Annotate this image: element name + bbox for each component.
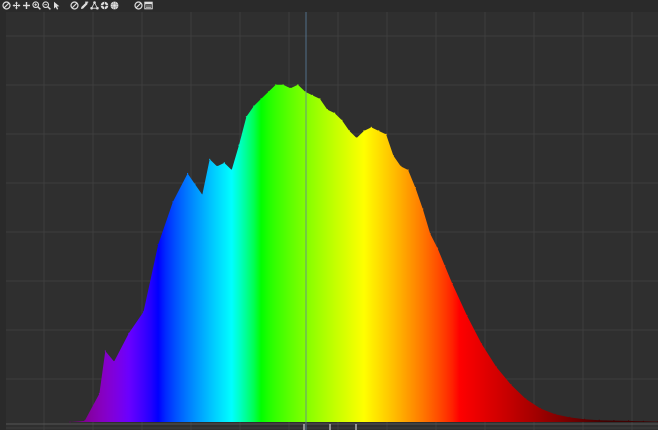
spectrum-point <box>642 420 644 422</box>
spectrum-chart <box>6 12 658 430</box>
spectrum-point <box>628 420 630 422</box>
spectrum-point <box>289 87 292 89</box>
sphere-button[interactable] <box>110 1 119 10</box>
spectrum-point <box>297 84 299 86</box>
reset-view-button[interactable] <box>2 1 11 10</box>
spectrum-point <box>613 420 615 422</box>
clear-icon <box>70 1 79 10</box>
spectrum-point <box>444 265 446 267</box>
spectrum-point <box>128 332 130 334</box>
spectrum-point <box>245 116 247 118</box>
spectrum-point <box>385 133 387 135</box>
spectrum-point <box>216 165 218 167</box>
select-cursor-icon <box>54 1 60 10</box>
disable-icon <box>134 1 143 10</box>
spectrum-point <box>554 413 556 415</box>
zoom-out-icon <box>42 1 51 10</box>
spectrometer-window <box>0 0 658 430</box>
spectrum-point <box>98 393 100 395</box>
color-wheel-icon <box>100 1 109 10</box>
spectrum-point <box>142 311 145 313</box>
spectrum-point <box>525 398 527 400</box>
spectrum-point <box>84 420 86 422</box>
spectrum-point <box>569 416 571 418</box>
spectrum-point <box>414 187 416 189</box>
spectrum-point <box>223 162 225 164</box>
spectrum-point <box>451 282 453 285</box>
peaks-button[interactable] <box>90 1 99 10</box>
spectrum-point <box>378 130 380 132</box>
spectrum-point <box>334 112 336 114</box>
disable-button[interactable] <box>134 1 143 10</box>
spectrum-point <box>407 169 409 171</box>
select-cursor-button[interactable] <box>52 1 61 10</box>
spectrum-point <box>253 105 255 107</box>
toolbar <box>0 0 658 12</box>
spectrum-point <box>326 109 328 111</box>
spectrum-plot[interactable] <box>6 12 658 430</box>
spectrum-point <box>209 158 211 160</box>
spectrum-point <box>539 407 542 410</box>
save-data-icon <box>144 1 153 10</box>
pan-icon <box>12 1 21 10</box>
spectrum-point <box>422 208 424 210</box>
spectrum-point <box>436 247 439 249</box>
spectrum-point <box>172 201 174 203</box>
color-wheel-button[interactable] <box>100 1 109 10</box>
spectrum-point <box>429 233 431 235</box>
spectrum-point <box>495 366 497 368</box>
spectrum-point <box>598 419 600 421</box>
edit-icon <box>81 1 89 10</box>
spectrum-point <box>400 165 402 167</box>
spectrum-point <box>583 418 586 420</box>
zoom-in-icon <box>32 1 41 10</box>
spectrum-point <box>481 343 483 345</box>
clear-button[interactable] <box>70 1 79 10</box>
zoom-in-button[interactable] <box>32 1 41 10</box>
spectrum-point <box>282 84 284 86</box>
spectrum-point <box>238 144 240 146</box>
spectrum-point <box>231 169 233 171</box>
peaks-icon <box>90 1 99 10</box>
pan-button[interactable] <box>12 1 21 10</box>
spectrum-point <box>370 126 372 128</box>
spectrum-point <box>510 384 512 386</box>
spectrum-point <box>194 183 196 185</box>
reset-view-icon <box>2 1 11 10</box>
spectrum-point <box>392 155 394 157</box>
spectrum-point <box>187 172 189 175</box>
spectrum-point <box>157 243 159 246</box>
zoom-out-button[interactable] <box>42 1 51 10</box>
save-data-button[interactable] <box>144 1 153 10</box>
spectrum-point <box>341 119 343 121</box>
spectrum-point <box>104 350 106 352</box>
spectrum-point <box>348 130 350 132</box>
spectrum-point <box>260 98 262 100</box>
spectrum-point <box>319 98 321 100</box>
crosshair-button[interactable] <box>22 1 31 10</box>
spectrum-point <box>311 94 314 96</box>
crosshair-icon <box>23 2 30 9</box>
spectrum-point <box>275 84 277 86</box>
sphere-icon <box>110 1 119 10</box>
spectrum-point <box>113 361 115 363</box>
spectrum-point <box>267 91 270 93</box>
spectrum-point <box>201 194 203 196</box>
spectrum-point <box>466 314 468 317</box>
edit-button[interactable] <box>80 1 89 10</box>
spectrum-point <box>69 421 71 423</box>
spectrum-point <box>356 137 358 139</box>
spectrum-point <box>363 130 365 132</box>
